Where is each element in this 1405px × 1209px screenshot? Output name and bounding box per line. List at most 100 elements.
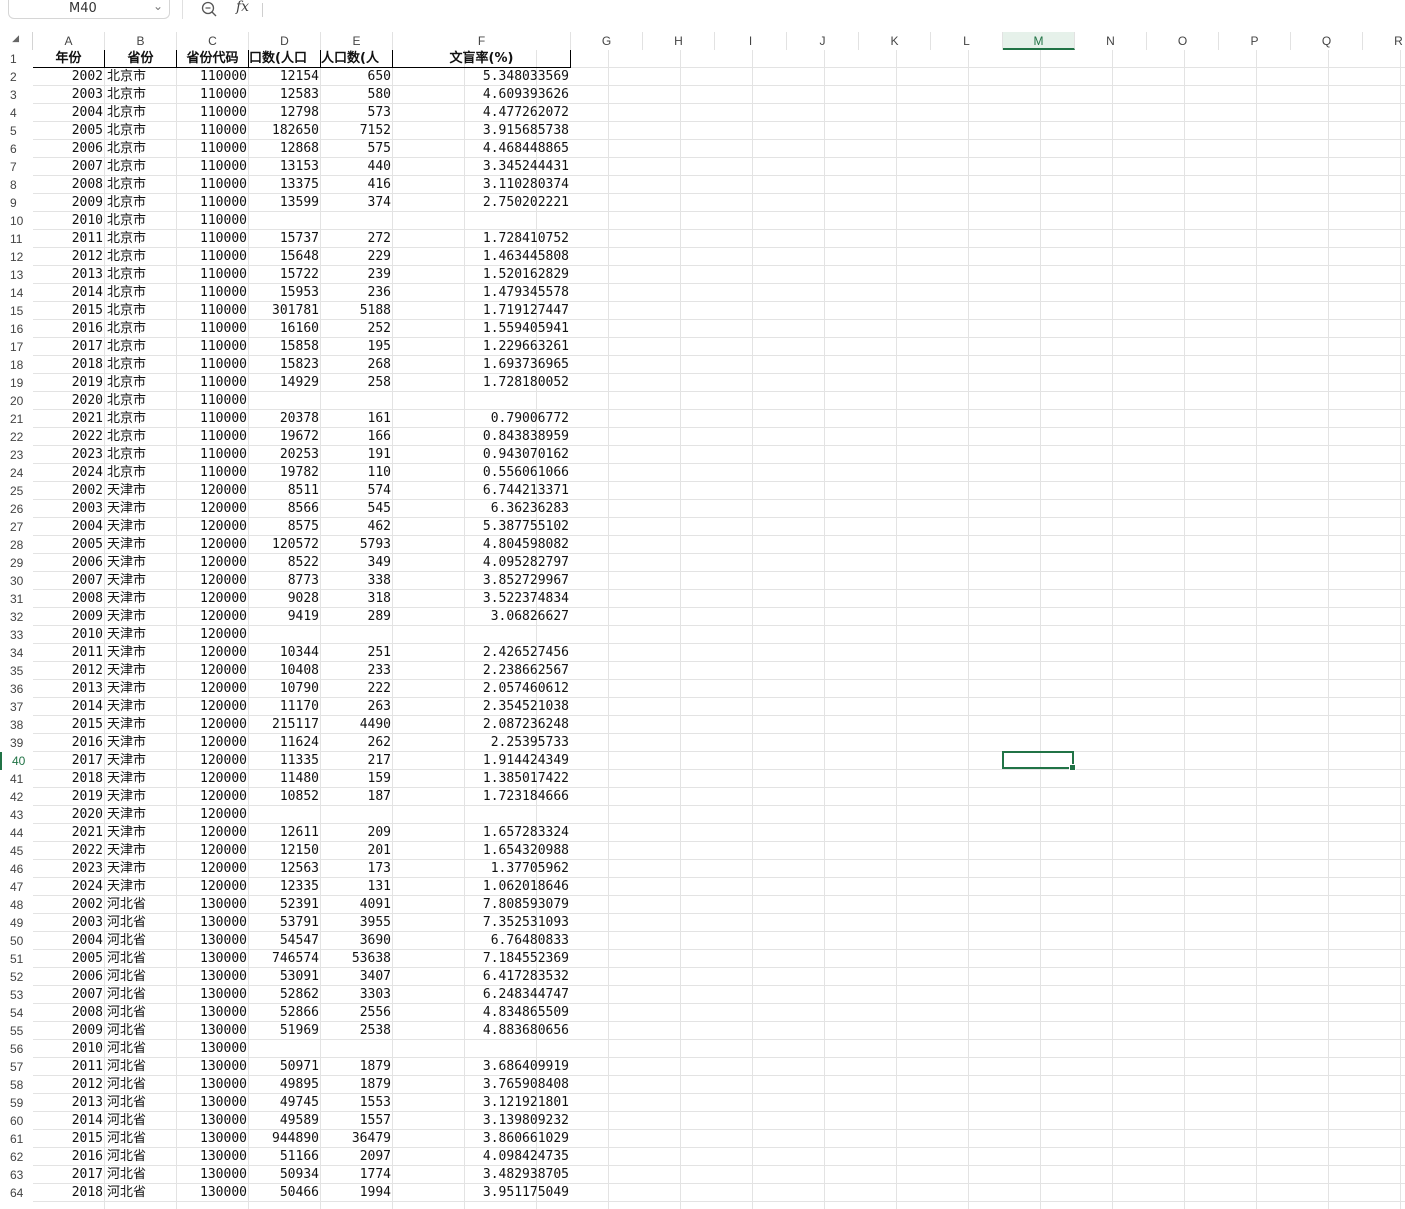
row-header[interactable]: 55 bbox=[0, 1022, 33, 1040]
cell-province[interactable]: 河北省 bbox=[105, 1004, 177, 1022]
cell-population[interactable]: 10344 bbox=[249, 644, 321, 662]
cell-year[interactable]: 2023 bbox=[33, 860, 105, 878]
row-header[interactable]: 20 bbox=[0, 392, 33, 410]
row-header[interactable]: 30 bbox=[0, 572, 33, 590]
cell-year[interactable]: 2019 bbox=[33, 788, 105, 806]
cell-illiterate-population[interactable]: 236 bbox=[321, 284, 393, 302]
cell-province-code[interactable]: 120000 bbox=[177, 554, 249, 572]
column-header-d[interactable]: D bbox=[249, 32, 321, 50]
cell-population[interactable]: 50971 bbox=[249, 1058, 321, 1076]
header-cell-province-code[interactable]: 省份代码 bbox=[177, 50, 249, 68]
cell-population[interactable]: 12611 bbox=[249, 824, 321, 842]
cell-year[interactable]: 2018 bbox=[33, 356, 105, 374]
cell-province-code[interactable]: 120000 bbox=[177, 644, 249, 662]
cell-year[interactable]: 2024 bbox=[33, 464, 105, 482]
cell-population[interactable]: 8575 bbox=[249, 518, 321, 536]
cell-illiterate-population[interactable]: 131 bbox=[321, 878, 393, 896]
cell-province[interactable]: 天津市 bbox=[105, 554, 177, 572]
cell-illiterate-population[interactable]: 573 bbox=[321, 104, 393, 122]
cell-province[interactable]: 北京市 bbox=[105, 140, 177, 158]
cell-province-code[interactable]: 110000 bbox=[177, 158, 249, 176]
cell-illiterate-population[interactable]: 318 bbox=[321, 590, 393, 608]
cell-year[interactable]: 2010 bbox=[33, 1040, 105, 1058]
row-header[interactable]: 64 bbox=[0, 1184, 33, 1202]
cell-illiteracy-rate[interactable]: 2.238662567 bbox=[393, 662, 571, 680]
cell-province[interactable]: 河北省 bbox=[105, 932, 177, 950]
cell-illiterate-population[interactable]: 159 bbox=[321, 770, 393, 788]
cell-province[interactable]: 河北省 bbox=[105, 950, 177, 968]
cell-year[interactable]: 2014 bbox=[33, 284, 105, 302]
function-icon[interactable]: fx bbox=[236, 0, 249, 15]
cell-year[interactable]: 2003 bbox=[33, 914, 105, 932]
row-header[interactable]: 9 bbox=[0, 194, 33, 212]
cell-illiterate-population[interactable]: 5188 bbox=[321, 302, 393, 320]
cell-province-code[interactable]: 120000 bbox=[177, 536, 249, 554]
cell-province-code[interactable]: 120000 bbox=[177, 788, 249, 806]
cell-illiterate-population[interactable]: 217 bbox=[321, 752, 393, 770]
select-all-corner[interactable]: ◢ bbox=[0, 32, 33, 50]
cell-population[interactable]: 53791 bbox=[249, 914, 321, 932]
cell-population[interactable]: 8773 bbox=[249, 572, 321, 590]
cell-province-code[interactable]: 110000 bbox=[177, 284, 249, 302]
cell-year[interactable]: 2004 bbox=[33, 518, 105, 536]
cell-illiterate-population[interactable]: 1879 bbox=[321, 1058, 393, 1076]
cell-year[interactable]: 2008 bbox=[33, 1004, 105, 1022]
cell-province-code[interactable]: 130000 bbox=[177, 1148, 249, 1166]
cell-year[interactable]: 2015 bbox=[33, 302, 105, 320]
column-header-j[interactable]: J bbox=[787, 32, 859, 50]
cell-population[interactable]: 11624 bbox=[249, 734, 321, 752]
cell-illiterate-population[interactable]: 3303 bbox=[321, 986, 393, 1004]
cell-year[interactable]: 2022 bbox=[33, 428, 105, 446]
cell-illiteracy-rate[interactable]: 6.744213371 bbox=[393, 482, 571, 500]
cell-population[interactable]: 11335 bbox=[249, 752, 321, 770]
cell-illiteracy-rate[interactable]: 4.834865509 bbox=[393, 1004, 571, 1022]
row-header[interactable]: 5 bbox=[0, 122, 33, 140]
cell-illiteracy-rate[interactable]: 1.479345578 bbox=[393, 284, 571, 302]
row-header[interactable]: 3 bbox=[0, 86, 33, 104]
cell-province-code[interactable]: 110000 bbox=[177, 68, 249, 86]
cell-illiterate-population[interactable]: 262 bbox=[321, 734, 393, 752]
cell-illiteracy-rate[interactable]: 3.765908408 bbox=[393, 1076, 571, 1094]
cell-year[interactable]: 2023 bbox=[33, 446, 105, 464]
cell-illiteracy-rate[interactable]: 6.248344747 bbox=[393, 986, 571, 1004]
cell-illiterate-population[interactable]: 1557 bbox=[321, 1112, 393, 1130]
row-header[interactable]: 16 bbox=[0, 320, 33, 338]
cell-illiteracy-rate[interactable]: 4.098424735 bbox=[393, 1148, 571, 1166]
cell-year[interactable]: 2006 bbox=[33, 140, 105, 158]
row-header[interactable]: 7 bbox=[0, 158, 33, 176]
cell-population[interactable]: 15858 bbox=[249, 338, 321, 356]
cell-illiteracy-rate[interactable]: 1.657283324 bbox=[393, 824, 571, 842]
cell-population[interactable]: 54547 bbox=[249, 932, 321, 950]
cell-population[interactable]: 8522 bbox=[249, 554, 321, 572]
cell-population[interactable]: 49745 bbox=[249, 1094, 321, 1112]
column-header-o[interactable]: O bbox=[1147, 32, 1219, 50]
row-header[interactable]: 57 bbox=[0, 1058, 33, 1076]
row-header[interactable]: 19 bbox=[0, 374, 33, 392]
cell-population[interactable]: 10852 bbox=[249, 788, 321, 806]
cell-population[interactable]: 50466 bbox=[249, 1184, 321, 1202]
cell-population[interactable] bbox=[249, 1040, 321, 1058]
cell-illiteracy-rate[interactable]: 1.728410752 bbox=[393, 230, 571, 248]
cell-illiteracy-rate[interactable]: 5.387755102 bbox=[393, 518, 571, 536]
cell-population[interactable]: 50934 bbox=[249, 1166, 321, 1184]
cell-province-code[interactable]: 110000 bbox=[177, 176, 249, 194]
cell-province-code[interactable]: 120000 bbox=[177, 482, 249, 500]
row-header[interactable]: 40 bbox=[0, 752, 33, 770]
cell-illiterate-population[interactable] bbox=[321, 392, 393, 410]
row-header[interactable]: 17 bbox=[0, 338, 33, 356]
row-header[interactable]: 44 bbox=[0, 824, 33, 842]
cell-illiteracy-rate[interactable]: 0.79006772 bbox=[393, 410, 571, 428]
cell-illiteracy-rate[interactable]: 2.354521038 bbox=[393, 698, 571, 716]
cell-illiteracy-rate[interactable] bbox=[393, 392, 571, 410]
cell-year[interactable]: 2024 bbox=[33, 878, 105, 896]
cell-province-code[interactable]: 120000 bbox=[177, 806, 249, 824]
cell-illiterate-population[interactable]: 5793 bbox=[321, 536, 393, 554]
cell-province-code[interactable]: 110000 bbox=[177, 194, 249, 212]
cell-population[interactable]: 8566 bbox=[249, 500, 321, 518]
cell-province[interactable]: 天津市 bbox=[105, 572, 177, 590]
cell-illiteracy-rate[interactable]: 6.417283532 bbox=[393, 968, 571, 986]
cell-illiterate-population[interactable]: 229 bbox=[321, 248, 393, 266]
cell-year[interactable]: 2013 bbox=[33, 680, 105, 698]
cell-year[interactable]: 2005 bbox=[33, 536, 105, 554]
cell-year[interactable]: 2013 bbox=[33, 266, 105, 284]
